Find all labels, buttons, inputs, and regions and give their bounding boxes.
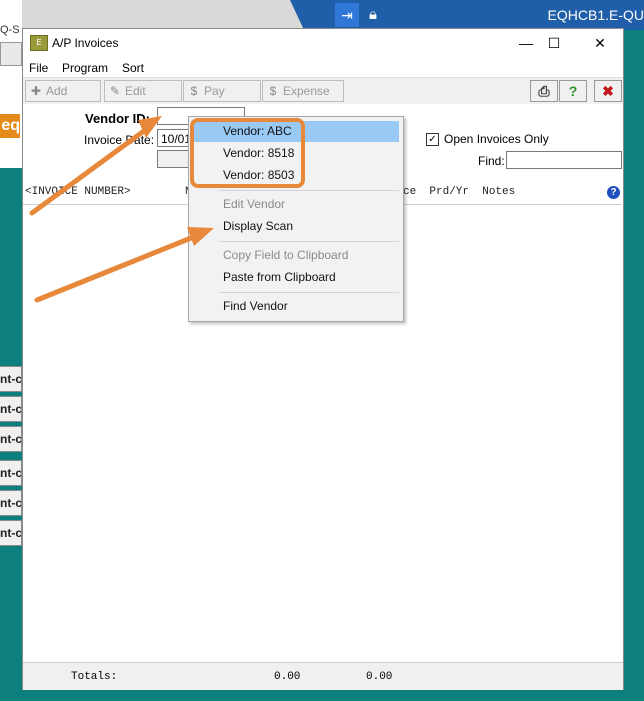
find-input[interactable]	[506, 151, 622, 169]
toolbar: ✚ Add ✎ Edit $ Pay $ Expense ⎙ ? ✖	[23, 77, 623, 105]
side-button[interactable]: nt-cl	[0, 366, 22, 392]
lock-icon[interactable]: 🔒︎	[363, 3, 383, 27]
menu-item-find-vendor[interactable]: Find Vendor	[191, 296, 399, 317]
open-invoices-checkbox[interactable]: ✓	[426, 133, 439, 146]
menu-item-paste[interactable]: Paste from Clipboard	[191, 267, 399, 288]
background-logo: eq	[0, 114, 20, 138]
pencil-icon: ✎	[109, 84, 121, 98]
dollar-icon: $	[269, 84, 277, 98]
totals-value-2: 0.00	[366, 671, 393, 683]
menu-item-edit-vendor: Edit Vendor	[223, 197, 286, 211]
menu-program[interactable]: Program	[62, 61, 108, 75]
menu-bar: File Program Sort	[23, 59, 623, 77]
vendor-id-label: Vendor ID:	[85, 111, 151, 126]
window-title: A/P Invoices	[52, 36, 119, 50]
dollar-icon: $	[190, 84, 198, 98]
background-title-text: EQHCB1.E-QU	[547, 7, 644, 23]
pay-button[interactable]: $ Pay	[183, 80, 261, 102]
plus-icon: ✚	[30, 84, 42, 98]
maximize-button[interactable]: ☐	[537, 32, 571, 54]
menu-sort[interactable]: Sort	[122, 61, 144, 75]
background-left-button[interactable]	[0, 42, 22, 66]
app-icon: E	[30, 35, 48, 51]
menu-separator	[219, 241, 399, 242]
menu-separator	[219, 190, 399, 191]
find-label: Find:	[478, 154, 505, 168]
invoice-number-header[interactable]: <INVOICE NUMBER>	[25, 186, 131, 198]
menu-separator	[219, 292, 399, 293]
edit-button[interactable]: ✎ Edit	[104, 80, 182, 102]
totals-label: Totals:	[71, 671, 118, 683]
side-button[interactable]: nt-cl	[0, 490, 22, 516]
printer-icon[interactable]: ⎙	[530, 80, 558, 102]
totals-value-1: 0.00	[274, 671, 301, 683]
window-close-button[interactable]: ✕	[583, 32, 617, 54]
pay-label: Pay	[204, 84, 225, 98]
background-left-panel: Q-S	[0, 0, 22, 168]
menu-item-copy-field: Copy Field to Clipboard	[223, 248, 349, 262]
side-button[interactable]: nt-cl	[0, 520, 22, 546]
edit-label: Edit	[125, 84, 146, 98]
background-partial-label: Q-S	[0, 24, 20, 36]
expense-label: Expense	[283, 84, 330, 98]
menu-item-display-scan[interactable]: Display Scan	[191, 216, 399, 237]
add-label: Add	[46, 84, 68, 98]
open-invoices-label: Open Invoices Only	[444, 132, 549, 146]
close-icon[interactable]: ✖	[594, 80, 622, 102]
side-button[interactable]: nt-cl	[0, 426, 22, 452]
annotation-highlight-box	[190, 118, 305, 188]
help-icon[interactable]: ?	[559, 80, 587, 102]
window-titlebar[interactable]: E A/P Invoices — ☐ ✕	[23, 29, 623, 57]
invoice-date-label: Invoice Date:	[84, 133, 155, 147]
column-headers-right[interactable]: ce Prd/Yr Notes	[403, 186, 515, 198]
totals-bar: Totals: 0.00 0.00	[23, 662, 623, 690]
side-button[interactable]: nt-cl	[0, 396, 22, 422]
add-button[interactable]: ✚ Add	[25, 80, 101, 102]
info-icon[interactable]: ?	[607, 186, 620, 199]
expense-button[interactable]: $ Expense	[262, 80, 344, 102]
side-button[interactable]: nt-cl	[0, 460, 22, 486]
menu-file[interactable]: File	[29, 61, 48, 75]
pin-icon[interactable]: ⇥	[335, 3, 359, 27]
